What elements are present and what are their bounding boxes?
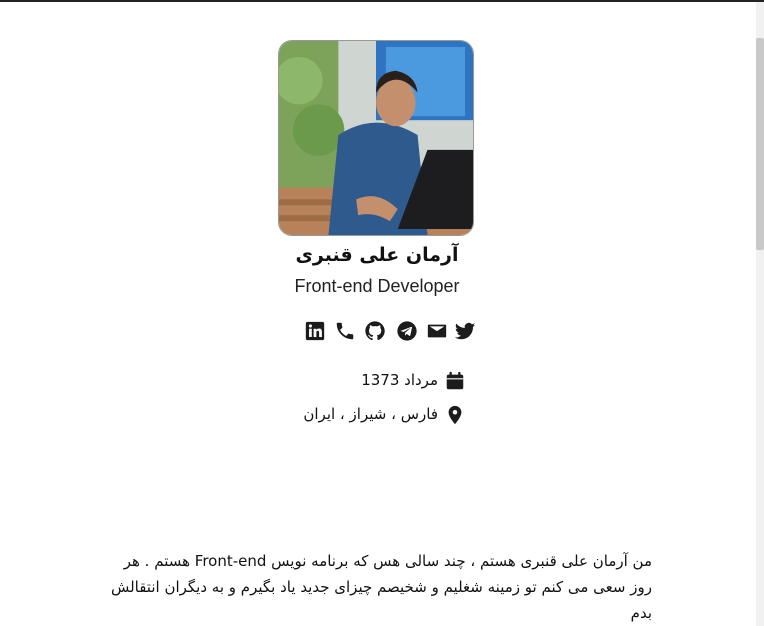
phone-icon bbox=[336, 322, 354, 340]
profile-name: آرمان علی قنبری bbox=[295, 244, 459, 266]
location-text: فارس ، شیراز ، ایران bbox=[303, 405, 438, 423]
window-top-border bbox=[0, 0, 764, 2]
telegram-link[interactable] bbox=[396, 320, 418, 342]
profile-role: Front-end Developer bbox=[294, 276, 460, 296]
github-link[interactable] bbox=[364, 320, 386, 342]
telegram-icon bbox=[397, 321, 417, 341]
birth-row: مرداد 1373 bbox=[300, 368, 470, 394]
scrollbar[interactable] bbox=[756, 2, 764, 626]
social-links bbox=[302, 320, 478, 344]
birth-date: مرداد 1373 bbox=[361, 371, 438, 389]
github-icon bbox=[365, 321, 385, 341]
phone-link[interactable] bbox=[334, 320, 356, 342]
avatar-photo bbox=[279, 41, 473, 235]
twitter-link[interactable] bbox=[454, 320, 476, 342]
linkedin-icon bbox=[305, 321, 325, 341]
avatar bbox=[278, 40, 474, 236]
linkedin-link[interactable] bbox=[304, 320, 326, 342]
calendar-icon bbox=[444, 370, 466, 392]
location-pin-icon bbox=[444, 404, 466, 426]
twitter-icon bbox=[454, 322, 476, 340]
email-link[interactable] bbox=[426, 320, 448, 342]
scrollbar-thumb[interactable] bbox=[756, 38, 764, 250]
email-icon bbox=[427, 324, 447, 338]
location-row: فارس ، شیراز ، ایران bbox=[300, 402, 470, 428]
bio-paragraph: من آرمان علی قنبری هستم ، چند سالی هس که… bbox=[110, 552, 652, 622]
